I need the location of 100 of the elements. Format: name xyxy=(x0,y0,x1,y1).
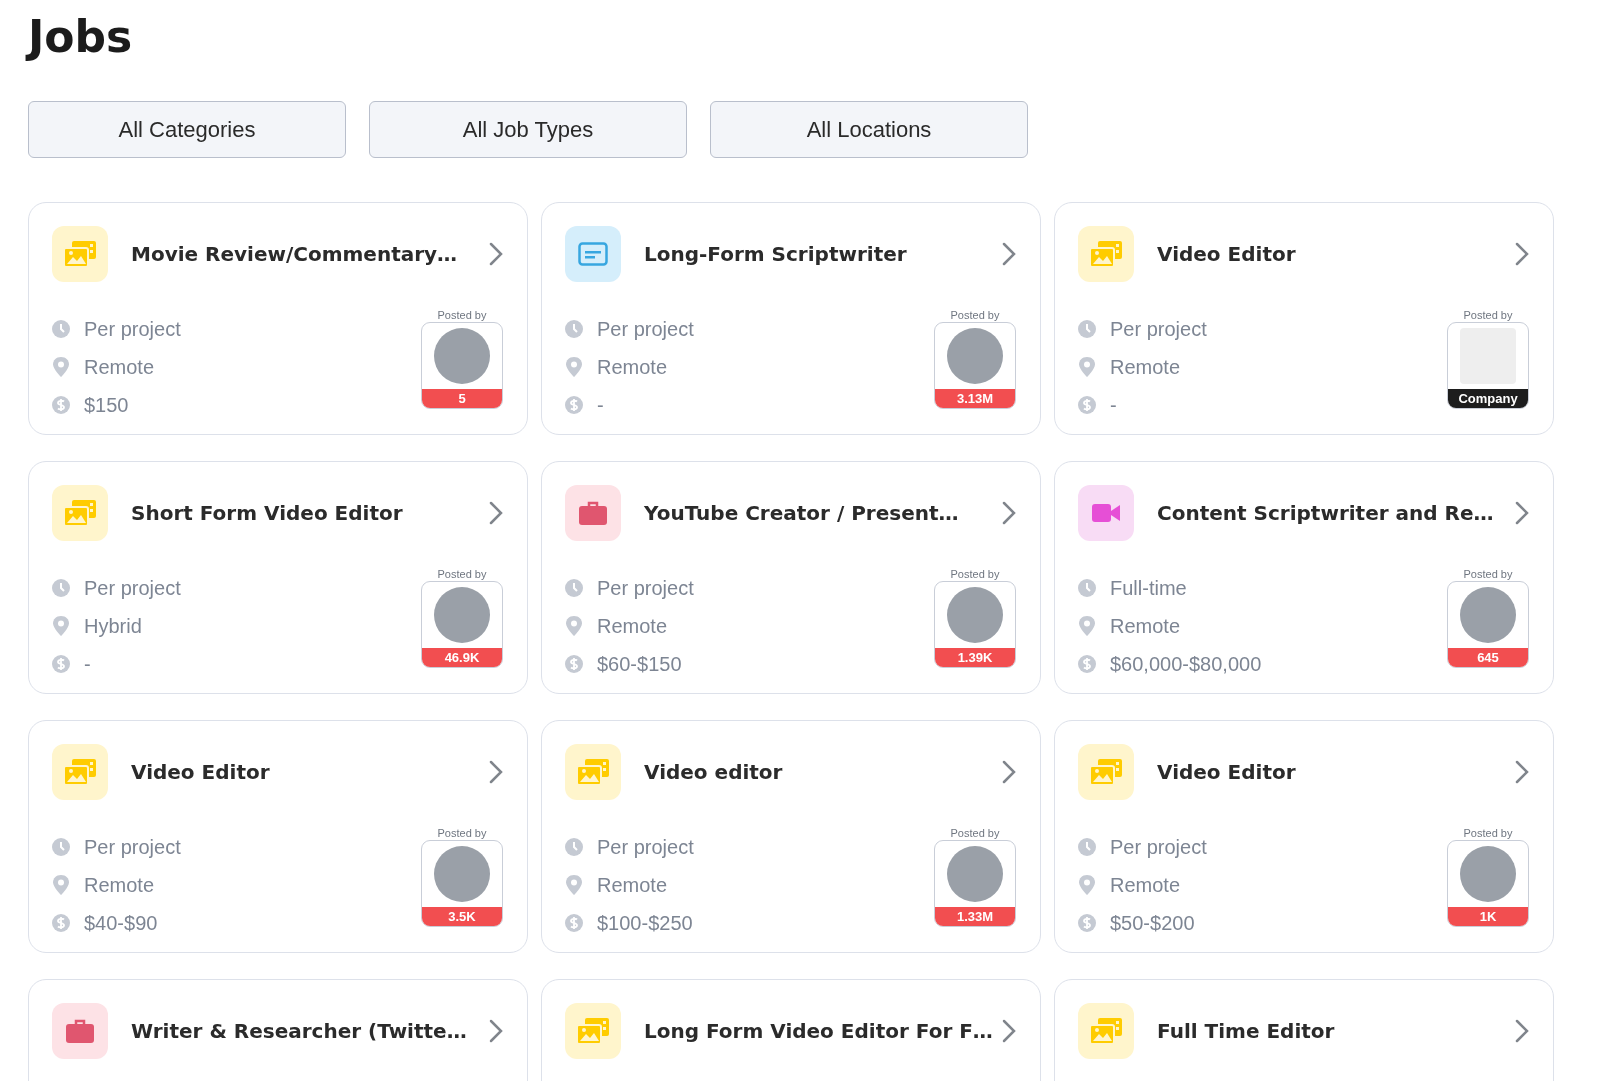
job-type: Per project xyxy=(84,317,181,341)
chevron-right-icon[interactable] xyxy=(1002,760,1016,784)
location-pin-icon xyxy=(1078,875,1096,895)
job-location: Remote xyxy=(1110,355,1181,379)
job-card[interactable]: Short Form Video Editor Per project Hybrid - Posted by 46.9K xyxy=(28,461,528,694)
job-pay: $60-$150 xyxy=(597,652,682,676)
avatar-placeholder xyxy=(947,328,1003,384)
image-stack-icon xyxy=(63,758,97,786)
chevron-right-icon[interactable] xyxy=(1002,501,1016,525)
poster-badge[interactable]: 46.9K xyxy=(421,581,503,668)
job-location: Remote xyxy=(597,614,668,638)
poster-stat: 1K xyxy=(1448,907,1528,926)
job-type: Per project xyxy=(84,576,181,600)
poster-badge[interactable]: 3.5K xyxy=(421,840,503,927)
chevron-right-icon[interactable] xyxy=(1002,1019,1016,1043)
poster-badge[interactable]: 1.33M xyxy=(934,840,1016,927)
location-pin-icon xyxy=(52,357,70,377)
image-stack-icon xyxy=(63,240,97,268)
location-pin-icon xyxy=(565,357,583,377)
dollar-coin-icon xyxy=(1078,914,1096,932)
video-camera-icon xyxy=(1092,504,1120,522)
avatar-placeholder xyxy=(434,328,490,384)
job-card[interactable]: Video Editor Per project Remote $40-$90 Posted by 3.5K xyxy=(28,720,528,953)
job-title: Short Form Video Editor xyxy=(131,501,404,525)
location-pin-icon xyxy=(1078,357,1096,377)
location-pin-icon xyxy=(52,616,70,636)
poster-badge[interactable]: Company xyxy=(1447,322,1529,409)
posted-by-label: Posted by xyxy=(1463,567,1513,581)
image-stack-icon xyxy=(576,758,610,786)
job-title: Video Editor xyxy=(1157,760,1297,784)
chevron-right-icon[interactable] xyxy=(1515,501,1529,525)
posted-by-label: Posted by xyxy=(437,567,487,581)
poster-badge[interactable]: 1.39K xyxy=(934,581,1016,668)
filter-dropdown[interactable]: All Locations xyxy=(710,101,1028,158)
filter-dropdown[interactable]: All Categories xyxy=(28,101,346,158)
image-stack-icon xyxy=(1089,758,1123,786)
job-pay: - xyxy=(597,393,604,417)
clock-icon xyxy=(1078,579,1096,597)
poster-badge[interactable]: 1K xyxy=(1447,840,1529,927)
poster-badge[interactable]: 3.13M xyxy=(934,322,1016,409)
briefcase-icon xyxy=(66,1019,94,1043)
job-title: Content Scriptwriter and Re… xyxy=(1157,501,1495,525)
job-card[interactable]: Video editor Per project Remote $100-$250 Posted by 1.33M xyxy=(541,720,1041,953)
job-card[interactable]: YouTube Creator / Present… Per project Remote $60-$150 Posted by 1.39K xyxy=(541,461,1041,694)
job-pay: - xyxy=(84,652,91,676)
job-type: Full-time xyxy=(1110,576,1187,600)
chevron-right-icon[interactable] xyxy=(1515,1019,1529,1043)
image-stack-icon xyxy=(63,499,97,527)
dollar-coin-icon xyxy=(52,655,70,673)
job-type: Per project xyxy=(1110,317,1207,341)
job-location: Remote xyxy=(597,355,668,379)
chevron-right-icon[interactable] xyxy=(1002,242,1016,266)
clock-icon xyxy=(565,320,583,338)
poster-stat: 645 xyxy=(1448,648,1528,667)
job-title: YouTube Creator / Present… xyxy=(644,501,960,525)
clock-icon xyxy=(1078,838,1096,856)
avatar-placeholder xyxy=(434,587,490,643)
chevron-right-icon[interactable] xyxy=(1515,242,1529,266)
job-card[interactable]: Long-Form Scriptwriter Per project Remote - Posted by 3.13M xyxy=(541,202,1041,435)
poster-badge[interactable]: 645 xyxy=(1447,581,1529,668)
job-card[interactable]: Video Editor Per project Remote - Posted by Company xyxy=(1054,202,1554,435)
avatar-placeholder xyxy=(1460,846,1516,902)
job-card[interactable]: Movie Review/Commentary… Per project Remote $150 Posted by 5 xyxy=(28,202,528,435)
job-type: Per project xyxy=(597,835,694,859)
job-location: Remote xyxy=(1110,614,1181,638)
chevron-right-icon[interactable] xyxy=(489,1019,503,1043)
job-type: Per project xyxy=(597,317,694,341)
job-card[interactable]: Video Editor Per project Remote $50-$200 Posted by 1K xyxy=(1054,720,1554,953)
chevron-right-icon[interactable] xyxy=(489,501,503,525)
posted-by-label: Posted by xyxy=(1463,308,1513,322)
chevron-right-icon[interactable] xyxy=(489,242,503,266)
poster-stat: 5 xyxy=(422,389,502,408)
poster-stat: 1.33M xyxy=(935,907,1015,926)
job-type: Per project xyxy=(84,835,181,859)
job-card[interactable]: Long Form Video Editor For F… xyxy=(541,979,1041,1081)
posted-by-label: Posted by xyxy=(437,826,487,840)
filter-dropdown[interactable]: All Job Types xyxy=(369,101,687,158)
location-pin-icon xyxy=(565,616,583,636)
posted-by-label: Posted by xyxy=(950,567,1000,581)
clock-icon xyxy=(565,838,583,856)
job-location: Remote xyxy=(84,355,155,379)
poster-badge[interactable]: 5 xyxy=(421,322,503,409)
job-title: Full Time Editor xyxy=(1157,1019,1336,1043)
job-pay: $60,000-$80,000 xyxy=(1110,652,1262,676)
job-card[interactable]: Writer & Researcher (Twitte… xyxy=(28,979,528,1081)
avatar-placeholder xyxy=(947,587,1003,643)
image-stack-icon xyxy=(576,1017,610,1045)
job-card[interactable]: Full Time Editor xyxy=(1054,979,1554,1081)
job-card[interactable]: Content Scriptwriter and Re… Full-time Remote $60,000-$80,000 Posted by 645 xyxy=(1054,461,1554,694)
image-stack-icon xyxy=(1089,240,1123,268)
dollar-coin-icon xyxy=(565,396,583,414)
job-pay: $40-$90 xyxy=(84,911,158,935)
job-title: Long-Form Scriptwriter xyxy=(644,242,908,266)
chevron-right-icon[interactable] xyxy=(1515,760,1529,784)
image-stack-icon xyxy=(1089,1017,1123,1045)
job-title: Movie Review/Commentary… xyxy=(131,242,459,266)
poster-stat: 3.13M xyxy=(935,389,1015,408)
chevron-right-icon[interactable] xyxy=(489,760,503,784)
posted-by-label: Posted by xyxy=(950,826,1000,840)
job-title: Video Editor xyxy=(131,760,271,784)
